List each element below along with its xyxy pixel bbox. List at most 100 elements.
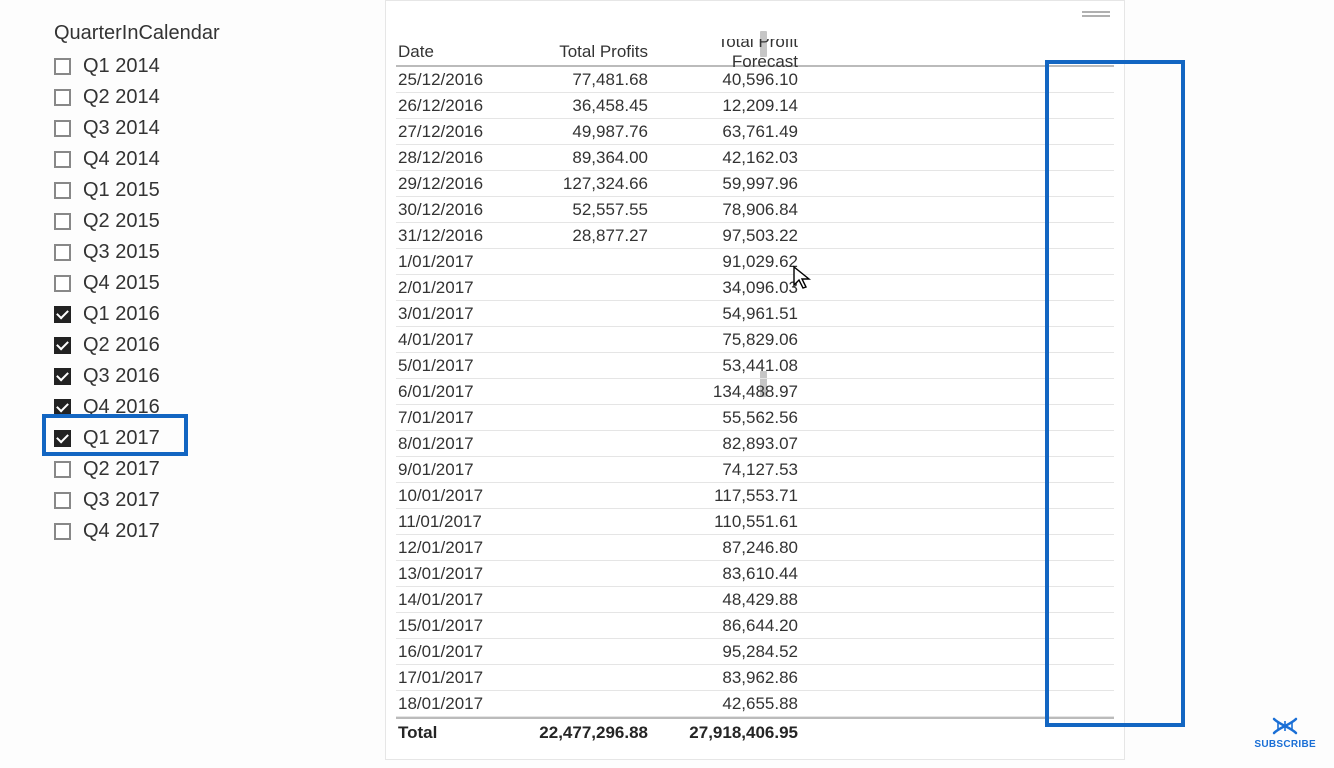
table-row[interactable]: 17/01/201783,962.86: [396, 665, 1114, 691]
cell-total-profit-forecast: 78,906.84: [656, 200, 806, 220]
cell-total-profits: 52,557.55: [518, 200, 656, 220]
slicer-item-q3-2016[interactable]: Q3 2016: [54, 361, 274, 392]
cell-total-profit-forecast: 134,488.97: [656, 382, 806, 402]
checkbox-icon[interactable]: [54, 306, 71, 323]
header-date[interactable]: Date: [396, 42, 518, 62]
table-row[interactable]: 18/01/201742,655.88: [396, 691, 1114, 717]
slicer-title: QuarterInCalendar: [54, 22, 274, 45]
table-row[interactable]: 7/01/201755,562.56: [396, 405, 1114, 431]
slicer-item-q1-2014[interactable]: Q1 2014: [54, 51, 274, 82]
checkbox-icon[interactable]: [54, 182, 71, 199]
slicer-item-q2-2017[interactable]: Q2 2017: [54, 454, 274, 485]
cell-total-profit-forecast: 117,553.71: [656, 486, 806, 506]
slicer-item-q3-2014[interactable]: Q3 2014: [54, 113, 274, 144]
checkbox-icon[interactable]: [54, 58, 71, 75]
checkbox-icon[interactable]: [54, 337, 71, 354]
slicer-item-q4-2015[interactable]: Q4 2015: [54, 268, 274, 299]
table-row[interactable]: 15/01/201786,644.20: [396, 613, 1114, 639]
table-row[interactable]: 14/01/201748,429.88: [396, 587, 1114, 613]
table-row[interactable]: 30/12/201652,557.5578,906.84: [396, 197, 1114, 223]
cell-date: 8/01/2017: [396, 434, 518, 454]
table-row[interactable]: 2/01/201734,096.03: [396, 275, 1114, 301]
cell-date: 3/01/2017: [396, 304, 518, 324]
table-row[interactable]: 5/01/2017 53,441.08: [396, 353, 1114, 379]
slicer-item-q4-2014[interactable]: Q4 2014: [54, 144, 274, 175]
checkbox-icon[interactable]: [54, 120, 71, 137]
profit-table-visual[interactable]: Date Total Profits Total Profit Forecast…: [385, 0, 1125, 760]
cell-total-profit-forecast: 53,441.08: [656, 356, 806, 376]
table-row[interactable]: 9/01/201774,127.53: [396, 457, 1114, 483]
slicer-item-label: Q3 2015: [83, 241, 160, 264]
slicer-item-q2-2016[interactable]: Q2 2016: [54, 330, 274, 361]
cell-total-profit-forecast: 55,562.56: [656, 408, 806, 428]
slicer-item-q3-2017[interactable]: Q3 2017: [54, 485, 274, 516]
header-total-profits[interactable]: Total Profits: [518, 42, 656, 62]
checkbox-icon[interactable]: [54, 368, 71, 385]
table-row[interactable]: 26/12/201636,458.4512,209.14: [396, 93, 1114, 119]
table-row[interactable]: 6/01/2017134,488.97: [396, 379, 1114, 405]
table-row[interactable]: 8/01/2017 82,893.07: [396, 431, 1114, 457]
slicer-item-q1-2015[interactable]: Q1 2015: [54, 175, 274, 206]
checkbox-icon[interactable]: [54, 430, 71, 447]
table-row[interactable]: 4/01/201775,829.06: [396, 327, 1114, 353]
total-label: Total: [396, 723, 518, 743]
drag-handle-icon[interactable]: [1082, 11, 1110, 17]
table-row[interactable]: 11/01/2017 110,551.61: [396, 509, 1114, 535]
table-row[interactable]: 16/01/201795,284.52: [396, 639, 1114, 665]
cell-date: 26/12/2016: [396, 96, 518, 116]
slicer-item-q2-2015[interactable]: Q2 2015: [54, 206, 274, 237]
slicer-item-q1-2016[interactable]: Q1 2016: [54, 299, 274, 330]
table-row[interactable]: 3/01/201754,961.51: [396, 301, 1114, 327]
checkbox-icon[interactable]: [54, 275, 71, 292]
checkbox-icon[interactable]: [54, 89, 71, 106]
table-row[interactable]: 13/01/201783,610.44: [396, 561, 1114, 587]
slicer-item-q1-2017[interactable]: Q1 2017: [54, 423, 274, 454]
cell-total-profit-forecast: 82,893.07: [656, 434, 806, 454]
slicer-item-label: Q1 2016: [83, 303, 160, 326]
cell-total-profit-forecast: 95,284.52: [656, 642, 806, 662]
checkbox-icon[interactable]: [54, 151, 71, 168]
checkbox-icon[interactable]: [54, 492, 71, 509]
table-row[interactable]: 31/12/201628,877.2797,503.22: [396, 223, 1114, 249]
table-row[interactable]: 12/01/201787,246.80: [396, 535, 1114, 561]
cell-date: 25/12/2016: [396, 70, 518, 90]
cell-date: 1/01/2017: [396, 252, 518, 272]
cell-total-profits: 77,481.68: [518, 70, 656, 90]
table-row[interactable]: 1/01/201791,029.62: [396, 249, 1114, 275]
cell-total-profits: 28,877.27: [518, 226, 656, 246]
slicer-item-label: Q2 2015: [83, 210, 160, 233]
cell-total-profits: 89,364.00: [518, 148, 656, 168]
subscribe-label: SUBSCRIBE: [1254, 739, 1316, 750]
slicer-item-label: Q4 2017: [83, 520, 160, 543]
checkbox-icon[interactable]: [54, 523, 71, 540]
cell-date: 15/01/2017: [396, 616, 518, 636]
cell-date: 11/01/2017: [396, 512, 518, 532]
slicer-item-q4-2016[interactable]: Q4 2016: [54, 392, 274, 423]
checkbox-icon[interactable]: [54, 461, 71, 478]
table-row[interactable]: 10/01/2017117,553.71: [396, 483, 1114, 509]
cell-total-profit-forecast: 110,551.61: [656, 512, 806, 532]
slicer-item-label: Q1 2017: [83, 427, 160, 450]
table-row[interactable]: 25/12/201677,481.6840,596.10: [396, 67, 1114, 93]
table-row[interactable]: 29/12/2016127,324.6659,997.96: [396, 171, 1114, 197]
cell-total-profit-forecast: 75,829.06: [656, 330, 806, 350]
cell-total-profit-forecast: 42,655.88: [656, 694, 806, 714]
subscribe-badge[interactable]: SUBSCRIBE: [1254, 715, 1316, 750]
slicer-item-label: Q2 2017: [83, 458, 160, 481]
checkbox-icon[interactable]: [54, 244, 71, 261]
cell-total-profits: 36,458.45: [518, 96, 656, 116]
slicer-item-q2-2014[interactable]: Q2 2014: [54, 82, 274, 113]
table-row[interactable]: 27/12/201649,987.7663,761.49: [396, 119, 1114, 145]
slicer-item-q4-2017[interactable]: Q4 2017: [54, 516, 274, 547]
slicer-item-label: Q2 2016: [83, 334, 160, 357]
cell-total-profit-forecast: 59,997.96: [656, 174, 806, 194]
cell-total-profit-forecast: 97,503.22: [656, 226, 806, 246]
cell-date: 29/12/2016: [396, 174, 518, 194]
cell-date: 5/01/2017: [396, 356, 518, 376]
checkbox-icon[interactable]: [54, 213, 71, 230]
cell-date: 14/01/2017: [396, 590, 518, 610]
slicer-item-q3-2015[interactable]: Q3 2015: [54, 237, 274, 268]
checkbox-icon[interactable]: [54, 399, 71, 416]
table-row[interactable]: 28/12/201689,364.0042,162.03: [396, 145, 1114, 171]
header-total-profit-forecast[interactable]: Total Profit Forecast: [656, 39, 806, 72]
